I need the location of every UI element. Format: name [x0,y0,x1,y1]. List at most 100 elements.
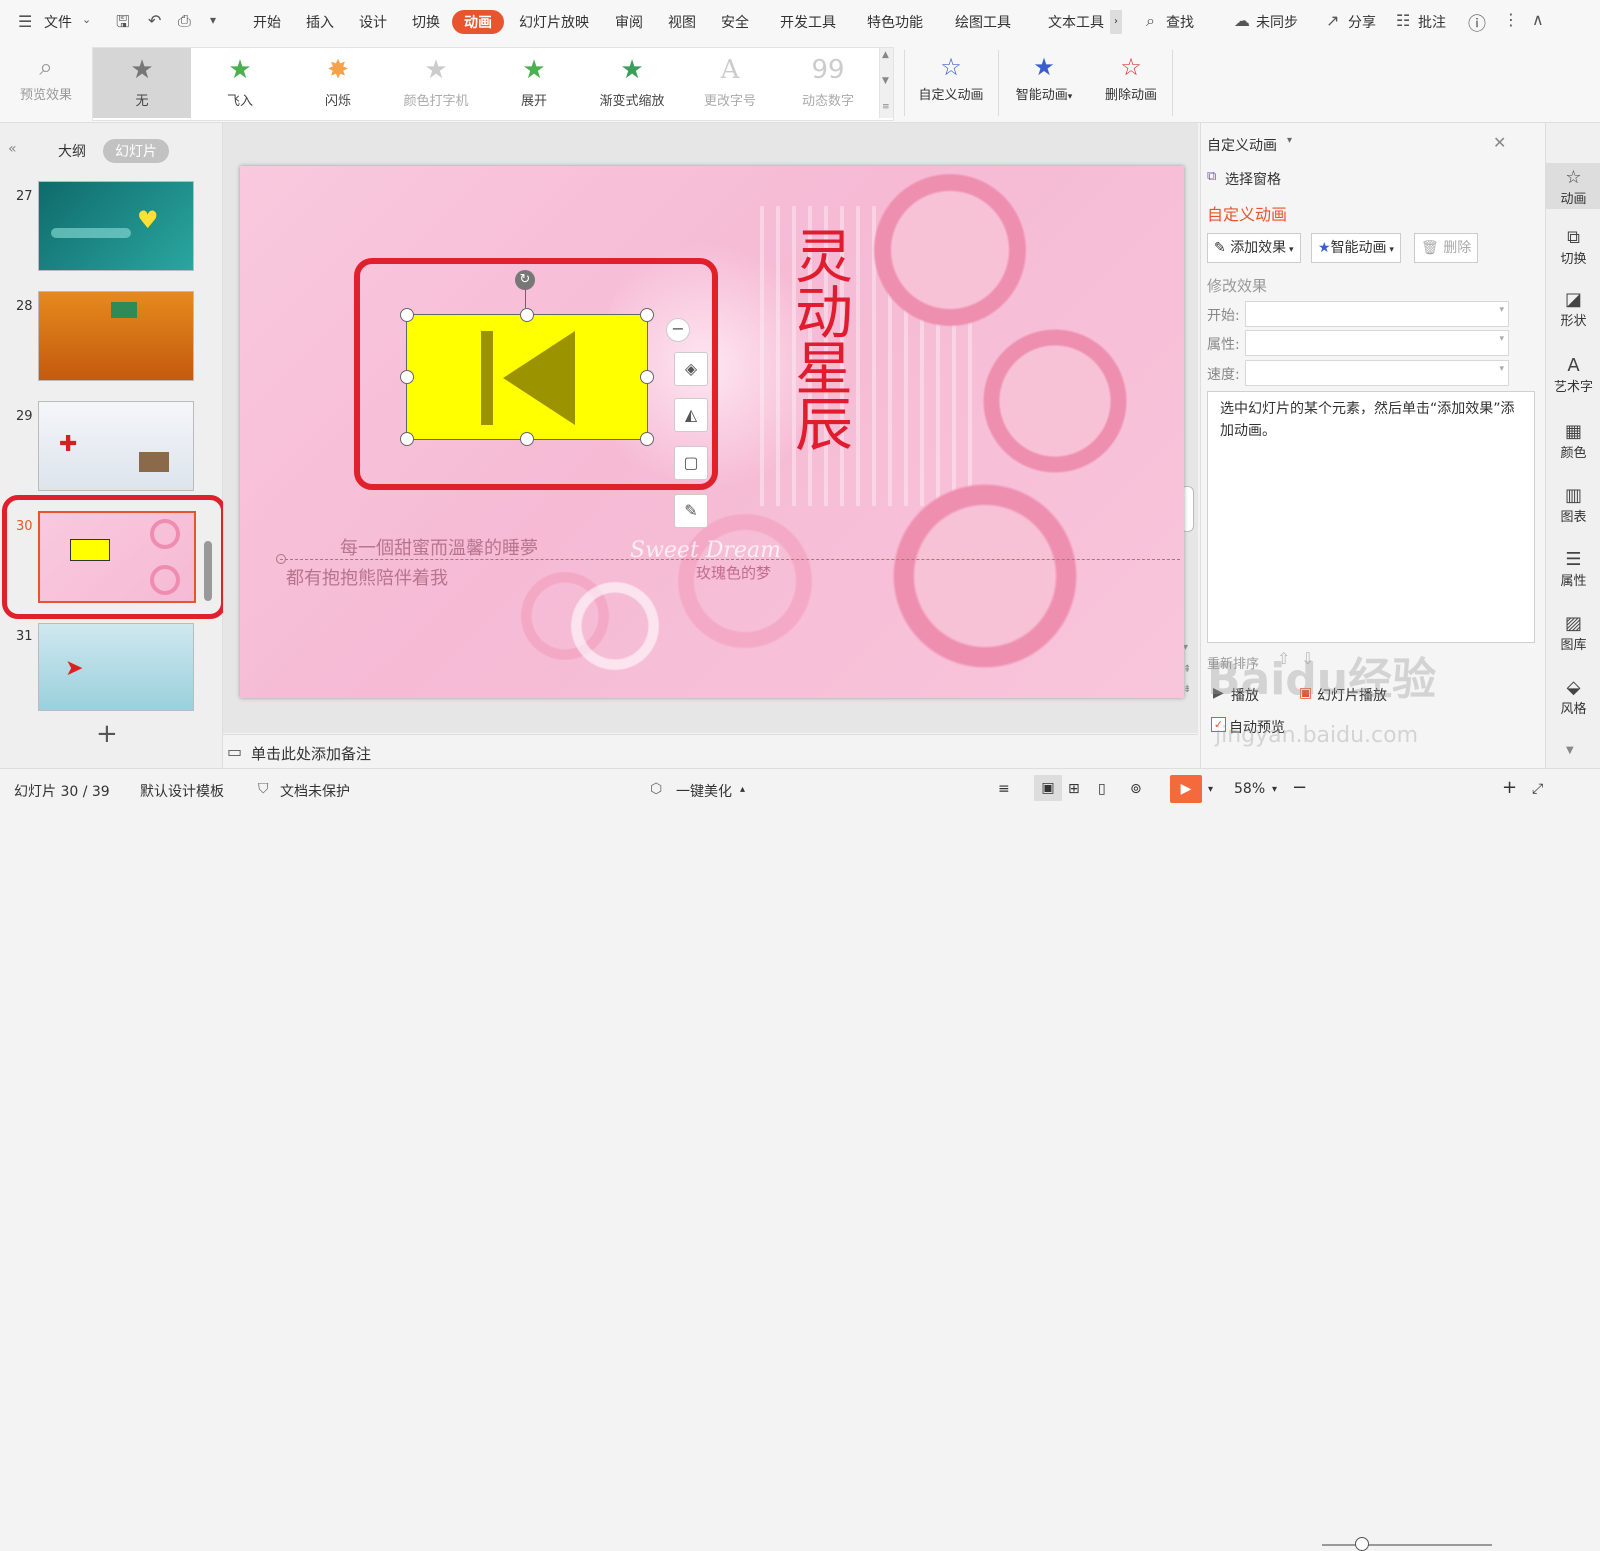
pane-header[interactable]: 自定义动画 [1207,135,1277,155]
tab-insert[interactable]: 插入 [306,12,334,32]
hamburger-icon[interactable]: ☰ [18,12,32,31]
slide-title-vertical[interactable]: 灵动星辰 [770,226,853,450]
help-icon[interactable]: ⓘ [1468,10,1486,36]
side-tool-animation[interactable]: ☆ 动画 [1546,163,1600,209]
caption-line-1[interactable]: 每一個甜蜜而溫馨的睡夢 [340,534,538,560]
search-button[interactable]: 查找 [1166,12,1194,32]
scroll-down-icon[interactable]: ▼ [882,76,889,86]
sync-status[interactable]: 未同步 [1256,12,1298,32]
slide-sorter-icon[interactable]: ⊞ [1068,781,1080,797]
caption-line-2[interactable]: 都有抱抱熊陪伴着我 [286,564,448,590]
speed-select[interactable]: ▾ [1245,360,1509,386]
select-pane-link[interactable]: 选择窗格 [1225,169,1281,189]
rose-dream-text[interactable]: 玫瑰色的梦 [696,562,771,583]
tab-review[interactable]: 审阅 [615,12,643,32]
close-pane-icon[interactable]: ✕ [1493,133,1506,152]
collapse-ribbon-icon[interactable]: ∧ [1532,10,1544,29]
resize-handle[interactable] [640,308,654,322]
side-tool-transition[interactable]: ⧉ 切换 [1546,227,1600,267]
zoom-slider-track[interactable] [1322,1544,1492,1546]
delete-button[interactable]: 🗑 删除 [1414,233,1479,263]
notes-bar[interactable]: ▭ 单击此处添加备注 [223,734,1198,769]
notes-placeholder[interactable]: 单击此处添加备注 [251,743,371,764]
resize-handle[interactable] [640,370,654,384]
normal-view-icon[interactable]: ▣ [1034,775,1062,801]
document-protection-status[interactable]: 文档未保护 [280,781,350,801]
slide-thumbnail-27[interactable]: ♥ [38,181,194,271]
side-tool-gallery[interactable]: ▨ 图库 [1546,613,1600,653]
animation-list-box[interactable]: 选中幻灯片的某个元素，然后单击“添加效果”添加动画。 [1207,391,1535,643]
print-icon[interactable]: ⎙ [178,11,191,31]
property-select[interactable]: ▾ [1245,330,1509,356]
tab-view[interactable]: 视图 [668,12,696,32]
resize-handle[interactable] [520,432,534,446]
slide-thumbnail-31[interactable]: ➤ [38,623,194,711]
tab-home[interactable]: 开始 [253,12,281,32]
notes-view-icon[interactable]: ≡ [998,781,1010,797]
custom-animation-button[interactable]: ☆ 自定义动画 [912,50,990,103]
presenter-view-icon[interactable]: ⊚ [1130,781,1142,797]
template-name[interactable]: 默认设计模板 [140,781,224,801]
side-tool-style[interactable]: ⬙ 风格 [1546,677,1600,717]
reading-view-icon[interactable]: ▯ [1098,781,1106,797]
tab-special[interactable]: 特色功能 [867,12,923,32]
delete-animation-button[interactable]: ☆ 删除动画 [1096,50,1166,103]
cloud-icon[interactable]: ☁ [1234,11,1250,30]
tab-animation[interactable]: 动画 [452,10,504,34]
rotate-handle-icon[interactable]: ↻ [515,270,535,290]
tab-transition[interactable]: 切换 [412,12,440,32]
effect-dynamic-number[interactable]: 99 动态数字 [779,48,877,118]
save-icon[interactable]: 🖫 [116,11,130,38]
resize-handle[interactable] [640,432,654,446]
side-tool-shape[interactable]: ◪ 形状 [1546,289,1600,329]
beautify-button[interactable]: 一键美化 [676,781,732,801]
comment-icon[interactable]: ☷ [1396,11,1410,30]
undo-icon[interactable]: ↶ [148,11,161,30]
minus-icon[interactable]: − [666,318,690,342]
thumbnail-scrollbar[interactable] [204,541,212,601]
effect-zoom[interactable]: ★ 渐变式缩放 [583,48,681,118]
preview-effect-button[interactable]: ⌕ 预览效果 [12,50,80,103]
add-effect-button[interactable]: ✎ 添加效果 ▾ [1207,233,1301,263]
effect-fly-in[interactable]: ★ 飞入 [191,48,289,118]
share-icon[interactable]: ↗ [1326,11,1339,30]
side-tool-color[interactable]: ▦ 颜色 [1546,421,1600,461]
format-brush-icon[interactable]: ✎ [674,494,708,528]
start-slideshow-button[interactable]: ▶ [1170,775,1202,803]
smart-animation-button[interactable]: ★ 智能动画▾ [1006,50,1082,103]
zoom-level[interactable]: 58% [1234,781,1265,797]
side-bar-scroll-icon[interactable]: ▼ [1566,745,1574,756]
collapse-panel-icon[interactable]: « [8,141,17,157]
effect-font-size[interactable]: A 更改字号 [681,48,779,118]
slide-thumbnail-28[interactable] [38,291,194,381]
effect-expand[interactable]: ★ 展开 [485,48,583,118]
outline-icon[interactable]: ▢ [674,446,708,480]
fill-bucket-icon[interactable]: ◭ [674,398,708,432]
scroll-up-icon[interactable]: ▲ [882,50,889,60]
quick-access-dropdown-icon[interactable]: ▾ [210,13,216,27]
chevron-down-icon[interactable]: ▾ [1287,135,1292,146]
previous-slide-icon[interactable]: ⇞ [1183,664,1191,675]
chevron-down-icon[interactable]: ▾ [1208,784,1213,795]
tab-drawing-tools[interactable]: 绘图工具 [955,12,1011,32]
tab-slideshow[interactable]: 幻灯片放映 [519,12,589,32]
fit-window-icon[interactable]: ⤢ [1532,781,1543,797]
chevron-up-icon[interactable]: ▴ [740,784,745,795]
zoom-in-icon[interactable]: + [1502,777,1517,798]
layers-icon[interactable]: ◈ [674,352,708,386]
slide-canvas[interactable]: 灵动星辰 每一個甜蜜而溫馨的睡夢 都有抱抱熊陪伴着我 Sweet Dream 玫… [240,166,1184,698]
start-select[interactable]: ▾ [1245,301,1509,327]
gallery-expand-icon[interactable]: ≡ [882,102,890,112]
tab-slides[interactable]: 幻灯片 [103,139,169,163]
slide-thumbnail-29[interactable]: ✚ [38,401,194,491]
side-tool-chart[interactable]: ▥ 图表 [1546,485,1600,525]
tab-design[interactable]: 设计 [359,12,387,32]
effect-typewriter[interactable]: ★ 颜色打字机 [387,48,485,118]
effect-none[interactable]: ★ 无 [93,48,191,118]
chevron-down-icon[interactable]: ▾ [1272,784,1277,795]
resize-handle[interactable] [400,370,414,384]
effect-flash[interactable]: ✸ 闪烁 [289,48,387,118]
side-tool-property[interactable]: ☰ 属性 [1546,549,1600,589]
add-slide-icon[interactable]: + [96,719,118,749]
more-icon[interactable]: ⋮ [1503,10,1519,29]
